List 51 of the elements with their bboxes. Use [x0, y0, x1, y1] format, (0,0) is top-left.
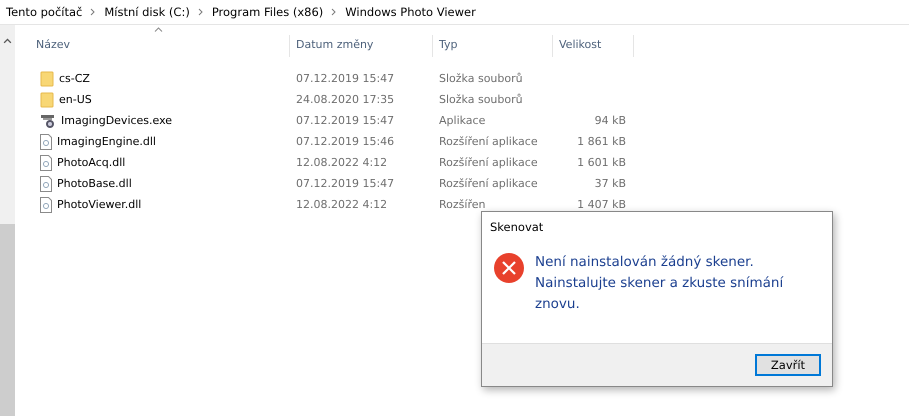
size-cell: 37 kB	[594, 177, 626, 190]
breadcrumb-item[interactable]: Místní disk (C:)	[104, 5, 190, 19]
type-cell-text: Rozšířen	[438, 198, 486, 211]
scrollbar-thumb[interactable]	[0, 224, 15, 416]
scanner-icon	[40, 112, 56, 128]
column-header[interactable]: Datum změny	[290, 35, 433, 57]
error-icon	[493, 252, 525, 284]
date-cell-text: 07.12.2019 15:47	[295, 177, 396, 190]
file-name[interactable]: PhotoViewer.dll	[57, 198, 142, 211]
scroll-up-icon[interactable]	[3, 38, 12, 44]
type-cell-text: Rozšíření aplikace	[438, 177, 539, 190]
type-cell-text: Složka souborů	[438, 93, 524, 106]
size-cell: 1 861 kB	[577, 135, 626, 148]
date-cell-text: 07.12.2019 15:47	[295, 72, 396, 85]
date-cell-text: 12.08.2022 4:12	[295, 156, 388, 169]
breadcrumb-item[interactable]: Program Files (x86)	[212, 5, 324, 19]
dialog-title: Skenovat	[489, 219, 544, 236]
chevron-icon	[198, 8, 204, 16]
column-header[interactable]: Velikost	[553, 35, 634, 57]
file-name[interactable]: PhotoBase.dll	[57, 177, 132, 190]
file-icon	[40, 196, 52, 212]
type-cell-text: Složka souborů	[438, 72, 524, 85]
chevron-icon	[90, 8, 96, 16]
chevron-icon	[331, 8, 338, 16]
size-cell: 1 407 kB	[577, 198, 626, 211]
file-name[interactable]: ImagingDevices.exe	[61, 114, 172, 127]
type-cell-text: Rozšíření aplikace	[438, 156, 539, 169]
size-cell: 1 601 kB	[577, 156, 626, 169]
size-cell: 94 kB	[594, 114, 626, 127]
date-cell-text: 07.12.2019 15:47	[295, 114, 396, 127]
type-cell-text: Rozšíření aplikace	[438, 135, 539, 148]
file-name[interactable]: ImagingEngine.dll	[57, 135, 156, 148]
file-name[interactable]: cs-CZ	[59, 72, 90, 85]
file-name[interactable]: en-US	[59, 93, 92, 106]
close-button[interactable]: Zavřít	[755, 354, 821, 376]
date-cell-text: 24.08.2020 17:35	[295, 93, 396, 106]
dialog-message: Není nainstalován žádný skener.	[535, 253, 755, 272]
breadcrumb-item[interactable]: Windows Photo Viewer	[345, 5, 476, 19]
type-cell-text: Aplikace	[438, 114, 486, 127]
file-icon	[40, 134, 52, 150]
date-cell-text: 12.08.2022 4:12	[295, 198, 388, 211]
file-name[interactable]: PhotoAcq.dll	[57, 156, 126, 169]
column-header[interactable]: Název	[36, 35, 290, 57]
dialog-message: Nainstalujte skener a zkuste snímání znovu.	[535, 274, 784, 314]
folder-icon	[40, 70, 54, 86]
file-icon	[40, 176, 52, 192]
file-icon	[40, 154, 52, 170]
breadcrumb-item[interactable]: Tento počítač	[6, 5, 82, 19]
column-header[interactable]: Typ	[433, 35, 553, 57]
date-cell-text: 07.12.2019 15:46	[295, 135, 396, 148]
folder-icon	[40, 92, 54, 108]
